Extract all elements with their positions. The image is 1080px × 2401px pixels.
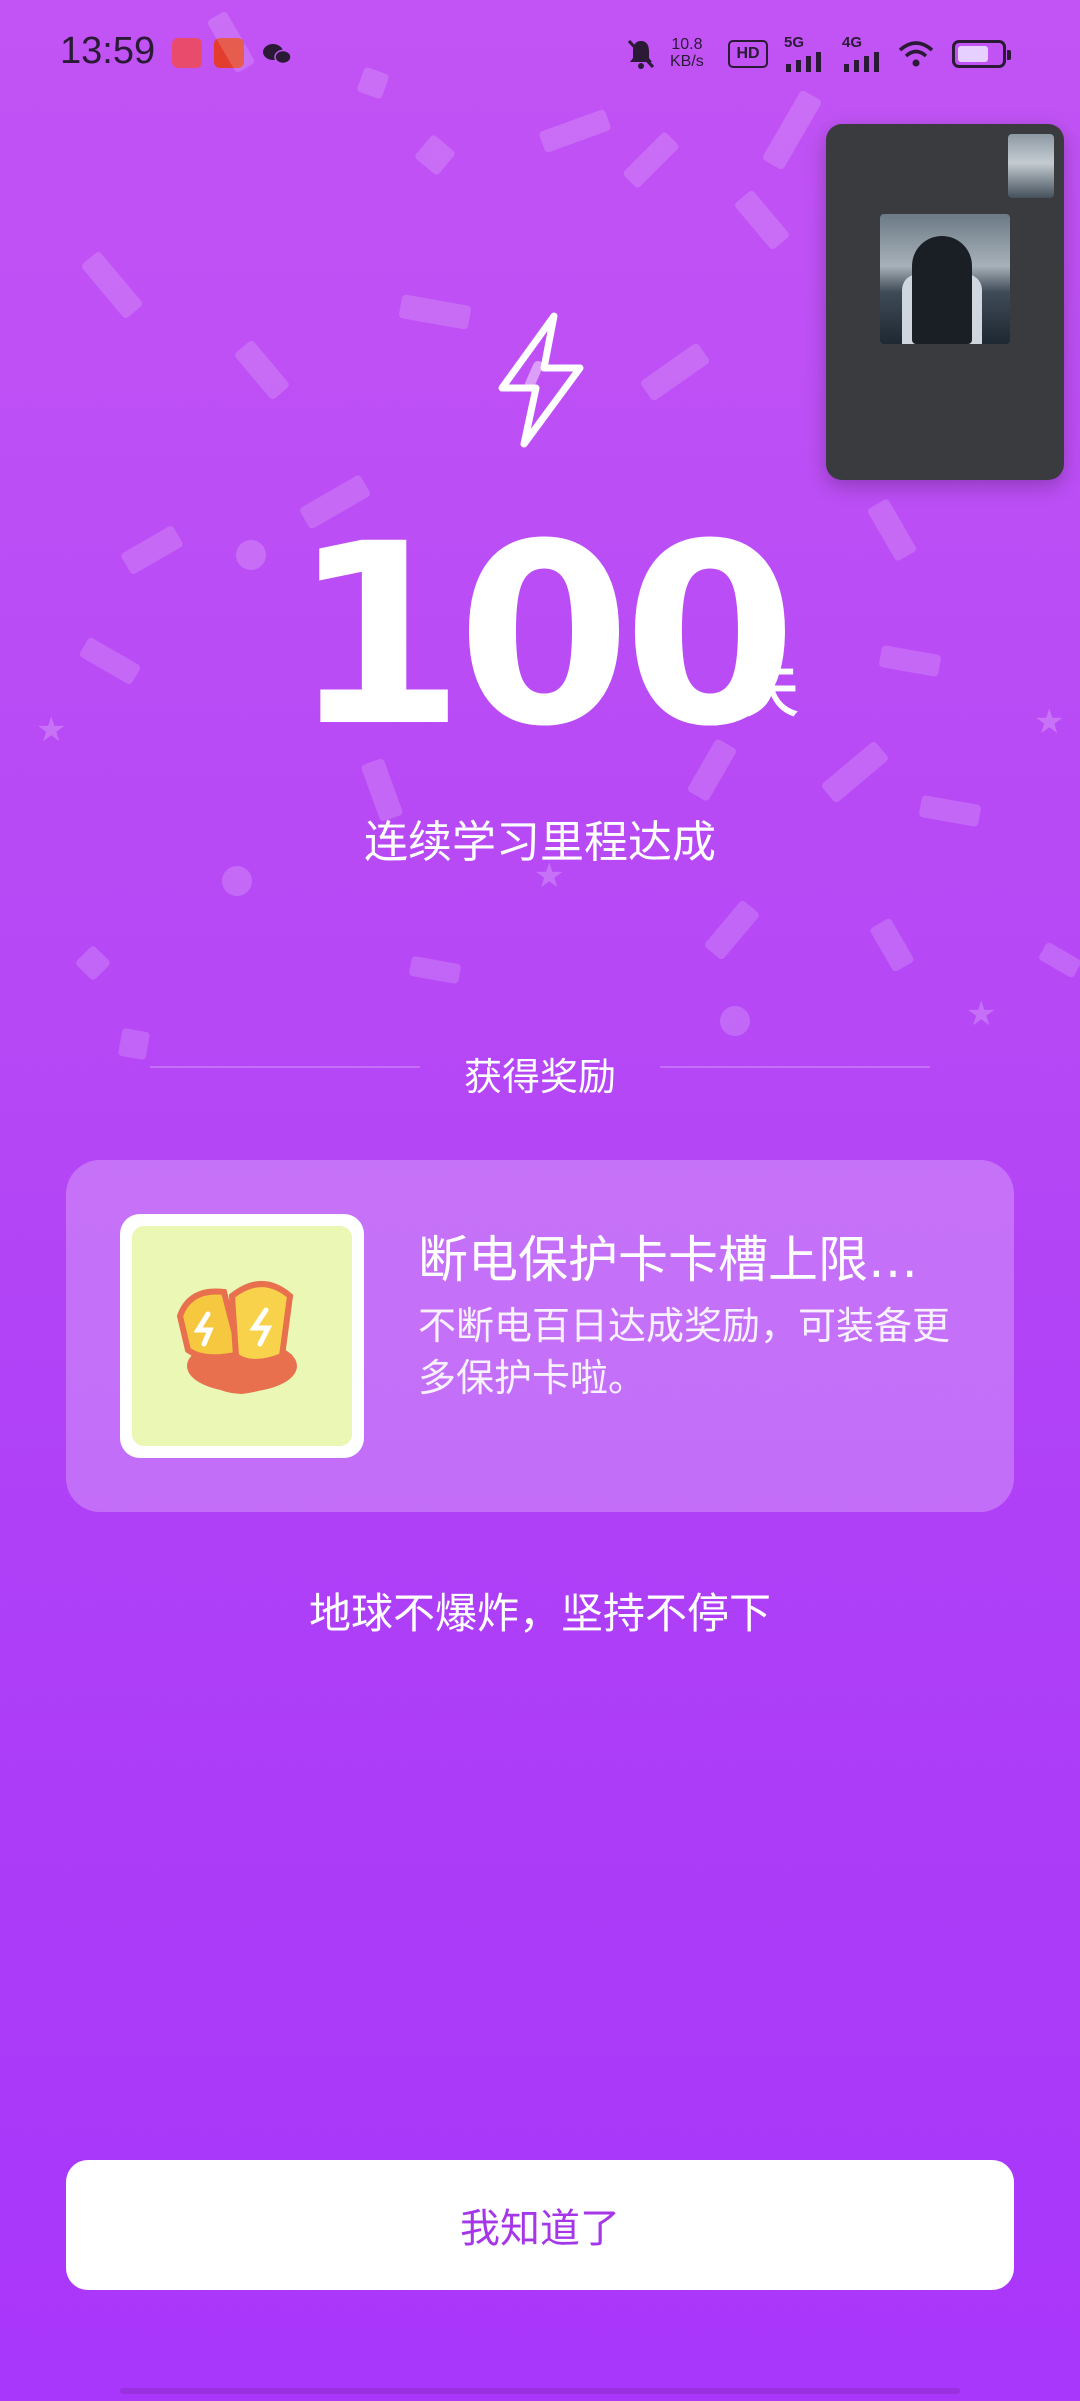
video-thumbnail-small [1008,134,1054,198]
net-5g-label: 5G [784,34,805,51]
status-time: 13:59 [60,30,156,72]
lightning-icon [480,310,600,450]
reward-section-label: 获得奖励 [463,1055,616,1099]
reward-card-icon [176,1281,297,1394]
reward-description: 不断电百日达成奖励，可装备更多保护卡啦。 [418,1304,951,1400]
video-thumbnail [880,214,1010,344]
hd-badge: HD [728,40,768,68]
home-indicator[interactable] [120,2388,960,2394]
reward-card: 断电保护卡卡槽上限… 不断电百日达成奖励，可装备更多保护卡啦。 [66,1160,1014,1512]
reward-thumbnail [120,1214,364,1458]
speed-unit: KB/s [670,53,704,70]
status-bar: 13:59 10.8 KB/s HD 5G 4G [0,0,1080,110]
signal-icon [842,52,886,76]
speed-value: 10.8 [671,36,703,53]
reward-title: 断电保护卡卡槽上限… [418,1231,918,1289]
motto-text: 地球不爆炸，坚持不停下 [308,1589,771,1638]
mute-icon [626,38,656,74]
battery-icon [952,40,1011,68]
net-4g-label: 4G [842,34,863,51]
reward-section-header: 获得奖励 [150,1046,930,1099]
streak-count: 100 [291,490,797,781]
wifi-icon [898,40,934,72]
network-speed: 10.8 KB/s [670,36,704,70]
floating-video-window[interactable] [826,124,1064,480]
streak-unit: 天 [744,661,798,724]
signal-icon [784,52,828,76]
app-notification-icon [172,38,202,68]
confirm-button[interactable]: 我知道了 [66,2160,1014,2290]
wechat-icon [262,42,292,66]
milestone-subtitle: 连续学习里程达成 [364,817,716,868]
